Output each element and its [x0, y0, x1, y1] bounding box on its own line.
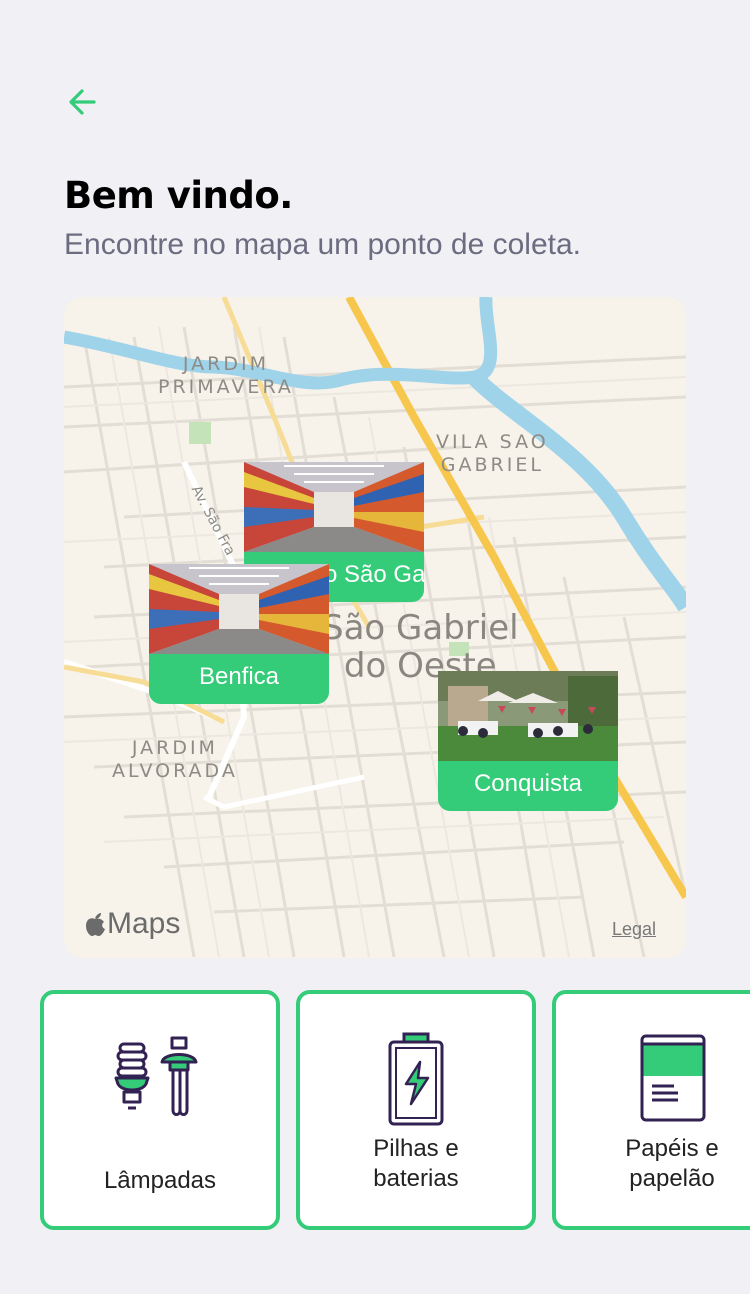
marker-label: Conquista [438, 761, 618, 811]
maps-label: Maps [107, 907, 181, 940]
page-subtitle: Encontre no mapa um ponto de coleta. [64, 228, 582, 261]
neighborhood-label: VILA SAO GABRIEL [436, 431, 549, 476]
maps-attribution: Maps [84, 907, 180, 941]
map-marker-benfica[interactable]: Benfica [149, 564, 329, 704]
marker-photo [244, 462, 424, 552]
back-button[interactable] [62, 80, 106, 124]
item-label: Papéis e papelão [625, 1135, 719, 1192]
marker-photo [149, 564, 329, 654]
item-label: Pilhas e baterias [373, 1135, 459, 1192]
lamp-icon [114, 1036, 198, 1116]
item-lampadas[interactable]: Lâmpadas [40, 990, 280, 1230]
page-title: Bem vindo. [64, 174, 293, 217]
paper-icon [640, 1034, 706, 1122]
battery-icon [388, 1032, 444, 1126]
neighborhood-label: JARDIM PRIMAVERA [158, 353, 294, 398]
neighborhood-label: JARDIM ALVORADA [112, 737, 238, 782]
items-list[interactable]: Lâmpadas Pilhas e baterias Papéis e papelã… [40, 990, 750, 1230]
arrow-left-icon [69, 89, 96, 115]
item-pilhas[interactable]: Pilhas e baterias [296, 990, 536, 1230]
map-marker-conquista[interactable]: Conquista [438, 671, 618, 811]
marker-label: Benfica [149, 654, 329, 704]
item-papeis[interactable]: Papéis e papelão [552, 990, 750, 1230]
map[interactable]: JARDIM PRIMAVERA VILA SAO GABRIEL JARDIM AL… [64, 297, 686, 958]
apple-icon [86, 913, 105, 936]
marker-photo [438, 671, 618, 761]
legal-link[interactable]: Legal [612, 919, 656, 940]
item-label: Lâmpadas [103, 1167, 217, 1194]
